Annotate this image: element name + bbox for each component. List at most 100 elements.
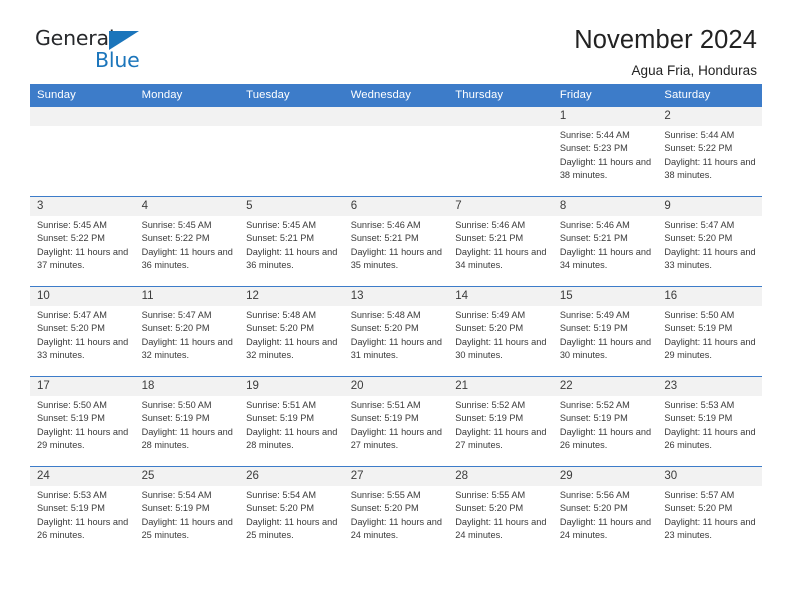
title-block: November 2024 Agua Fria, Honduras <box>574 26 762 78</box>
daylight-text: Daylight: 11 hours and 35 minutes. <box>350 246 442 271</box>
day-sun-info: Sunrise: 5:50 AM Sunset: 5:19 PM Daylight:… <box>135 396 240 453</box>
sunrise-text: Sunrise: 5:51 AM <box>350 400 421 410</box>
calendar-day-cell: 7 Sunrise: 5:46 AM Sunset: 5:21 PM Daylight… <box>448 196 553 287</box>
day-number: 14 <box>448 287 553 306</box>
sunrise-text: Sunrise: 5:49 AM <box>455 310 526 320</box>
calendar-day-cell: 21 Sunrise: 5:52 AM Sunset: 5:19 PM Dayligh… <box>448 376 553 467</box>
calendar-day-cell: 13 Sunrise: 5:48 AM Sunset: 5:20 PM Dayligh… <box>343 286 449 377</box>
weekday-header-saturday: Saturday <box>657 84 762 107</box>
weekday-header-monday: Monday <box>134 84 240 107</box>
daylight-text: Daylight: 11 hours and 28 minutes. <box>141 426 233 451</box>
daylight-text: Daylight: 11 hours and 24 minutes. <box>350 516 442 541</box>
sunset-text: Sunset: 5:22 PM <box>664 143 733 154</box>
daylight-text: Daylight: 11 hours and 30 minutes. <box>559 336 652 361</box>
calendar-day-cell: 11 Sunrise: 5:47 AM Sunset: 5:20 PM Dayligh… <box>134 286 240 377</box>
day-number <box>134 107 240 126</box>
daylight-text: Daylight: 11 hours and 30 minutes. <box>455 336 547 361</box>
weekday-header-sunday: Sunday <box>30 84 135 107</box>
sunrise-text: Sunrise: 5:50 AM <box>141 400 212 410</box>
daylight-text: Daylight: 11 hours and 29 minutes. <box>37 426 129 451</box>
day-sun-info: Sunrise: 5:45 AM Sunset: 5:22 PM Daylight:… <box>30 216 135 273</box>
day-number: 21 <box>448 377 553 396</box>
day-number: 22 <box>552 377 658 396</box>
calendar-day-cell: 5 Sunrise: 5:45 AM Sunset: 5:21 PM Daylight… <box>239 196 344 287</box>
location-subtitle: Agua Fria, Honduras <box>631 63 757 79</box>
sunrise-text: Sunrise: 5:52 AM <box>455 400 526 410</box>
sunrise-text: Sunrise: 5:44 AM <box>664 130 735 140</box>
daylight-text: Daylight: 11 hours and 37 minutes. <box>37 246 129 271</box>
daylight-text: Daylight: 11 hours and 26 minutes. <box>37 516 129 541</box>
daylight-text: Daylight: 11 hours and 32 minutes. <box>141 336 233 361</box>
day-number: 18 <box>134 377 240 396</box>
sunset-text: Sunset: 5:22 PM <box>141 233 210 244</box>
calendar-day-cell: 18 Sunrise: 5:50 AM Sunset: 5:19 PM Dayligh… <box>134 376 240 467</box>
weekday-header-wednesday: Wednesday <box>343 84 449 107</box>
sunrise-text: Sunrise: 5:54 AM <box>141 490 212 500</box>
calendar-week-row: 24 Sunrise: 5:53 AM Sunset: 5:19 PM Dayligh… <box>30 466 762 557</box>
daylight-text: Daylight: 11 hours and 25 minutes. <box>141 516 233 541</box>
daylight-text: Daylight: 11 hours and 23 minutes. <box>664 516 756 541</box>
day-sun-info: Sunrise: 5:52 AM Sunset: 5:19 PM Daylight:… <box>553 396 658 453</box>
day-sun-info: Sunrise: 5:49 AM Sunset: 5:19 PM Daylight:… <box>553 306 658 363</box>
sunset-text: Sunset: 5:20 PM <box>455 323 524 334</box>
general-blue-logo[interactable]: General Blue <box>35 26 155 78</box>
sunset-text: Sunset: 5:20 PM <box>37 323 105 334</box>
calendar-day-cell: 17 Sunrise: 5:50 AM Sunset: 5:19 PM Dayligh… <box>30 376 135 467</box>
logo-text-blue: Blue <box>95 48 140 72</box>
sunset-text: Sunset: 5:21 PM <box>350 233 419 244</box>
day-number: 7 <box>448 197 553 216</box>
calendar-page: General Blue November 2024 Agua Fria, Ho… <box>0 0 792 612</box>
calendar-day-cell: 29 Sunrise: 5:56 AM Sunset: 5:20 PM Dayligh… <box>552 466 658 557</box>
calendar-day-cell: 28 Sunrise: 5:55 AM Sunset: 5:20 PM Dayligh… <box>448 466 553 557</box>
daylight-text: Daylight: 11 hours and 32 minutes. <box>246 336 338 361</box>
calendar-day-cell-empty <box>448 106 553 197</box>
day-number: 1 <box>552 107 658 126</box>
day-number: 25 <box>134 467 240 486</box>
daylight-text: Daylight: 11 hours and 31 minutes. <box>350 336 442 361</box>
day-sun-info: Sunrise: 5:53 AM Sunset: 5:19 PM Daylight:… <box>657 396 762 453</box>
sunset-text: Sunset: 5:20 PM <box>664 503 733 514</box>
day-sun-info: Sunrise: 5:52 AM Sunset: 5:19 PM Daylight:… <box>448 396 553 453</box>
daylight-text: Daylight: 11 hours and 36 minutes. <box>141 246 233 271</box>
sunrise-text: Sunrise: 5:53 AM <box>37 490 107 500</box>
calendar-day-cell-empty <box>239 106 344 197</box>
sunrise-text: Sunrise: 5:48 AM <box>350 310 421 320</box>
sunset-text: Sunset: 5:19 PM <box>37 413 105 424</box>
sunset-text: Sunset: 5:19 PM <box>455 413 524 424</box>
calendar-day-cell: 8 Sunrise: 5:46 AM Sunset: 5:21 PM Daylight… <box>552 196 658 287</box>
sunset-text: Sunset: 5:20 PM <box>350 323 419 334</box>
day-number <box>448 107 553 126</box>
calendar-day-cell: 2 Sunrise: 5:44 AM Sunset: 5:22 PM Daylight… <box>657 106 762 197</box>
calendar-week-row: 17 Sunrise: 5:50 AM Sunset: 5:19 PM Dayligh… <box>30 376 762 467</box>
daylight-text: Daylight: 11 hours and 27 minutes. <box>350 426 442 451</box>
calendar-day-cell: 19 Sunrise: 5:51 AM Sunset: 5:19 PM Dayligh… <box>239 376 344 467</box>
day-sun-info: Sunrise: 5:45 AM Sunset: 5:21 PM Daylight:… <box>239 216 344 273</box>
calendar-day-cell-empty <box>343 106 449 197</box>
day-sun-info: Sunrise: 5:51 AM Sunset: 5:19 PM Daylight:… <box>239 396 344 453</box>
daylight-text: Daylight: 11 hours and 24 minutes. <box>455 516 547 541</box>
sunset-text: Sunset: 5:20 PM <box>350 503 419 514</box>
logo-text-general: General <box>35 26 115 50</box>
sunrise-text: Sunrise: 5:47 AM <box>37 310 107 320</box>
daylight-text: Daylight: 11 hours and 33 minutes. <box>664 246 756 271</box>
daylight-text: Daylight: 11 hours and 38 minutes. <box>664 156 756 181</box>
calendar-day-cell: 24 Sunrise: 5:53 AM Sunset: 5:19 PM Dayligh… <box>30 466 135 557</box>
sunrise-text: Sunrise: 5:47 AM <box>141 310 212 320</box>
day-number <box>343 107 449 126</box>
sunrise-text: Sunrise: 5:53 AM <box>664 400 735 410</box>
sunrise-text: Sunrise: 5:54 AM <box>246 490 317 500</box>
calendar-day-cell: 23 Sunrise: 5:53 AM Sunset: 5:19 PM Dayligh… <box>657 376 762 467</box>
calendar-day-cell-empty <box>134 106 240 197</box>
day-number: 6 <box>343 197 449 216</box>
daylight-text: Daylight: 11 hours and 26 minutes. <box>559 426 652 451</box>
sunrise-text: Sunrise: 5:47 AM <box>664 220 735 230</box>
sunset-text: Sunset: 5:20 PM <box>246 323 315 334</box>
daylight-text: Daylight: 11 hours and 34 minutes. <box>455 246 547 271</box>
daylight-text: Daylight: 11 hours and 25 minutes. <box>246 516 338 541</box>
sunset-text: Sunset: 5:20 PM <box>246 503 315 514</box>
calendar-day-cell: 3 Sunrise: 5:45 AM Sunset: 5:22 PM Daylight… <box>30 196 135 287</box>
day-sun-info: Sunrise: 5:44 AM Sunset: 5:22 PM Daylight:… <box>657 126 762 183</box>
day-number: 12 <box>239 287 344 306</box>
calendar-day-cell: 12 Sunrise: 5:48 AM Sunset: 5:20 PM Dayligh… <box>239 286 344 377</box>
day-number: 13 <box>343 287 449 306</box>
